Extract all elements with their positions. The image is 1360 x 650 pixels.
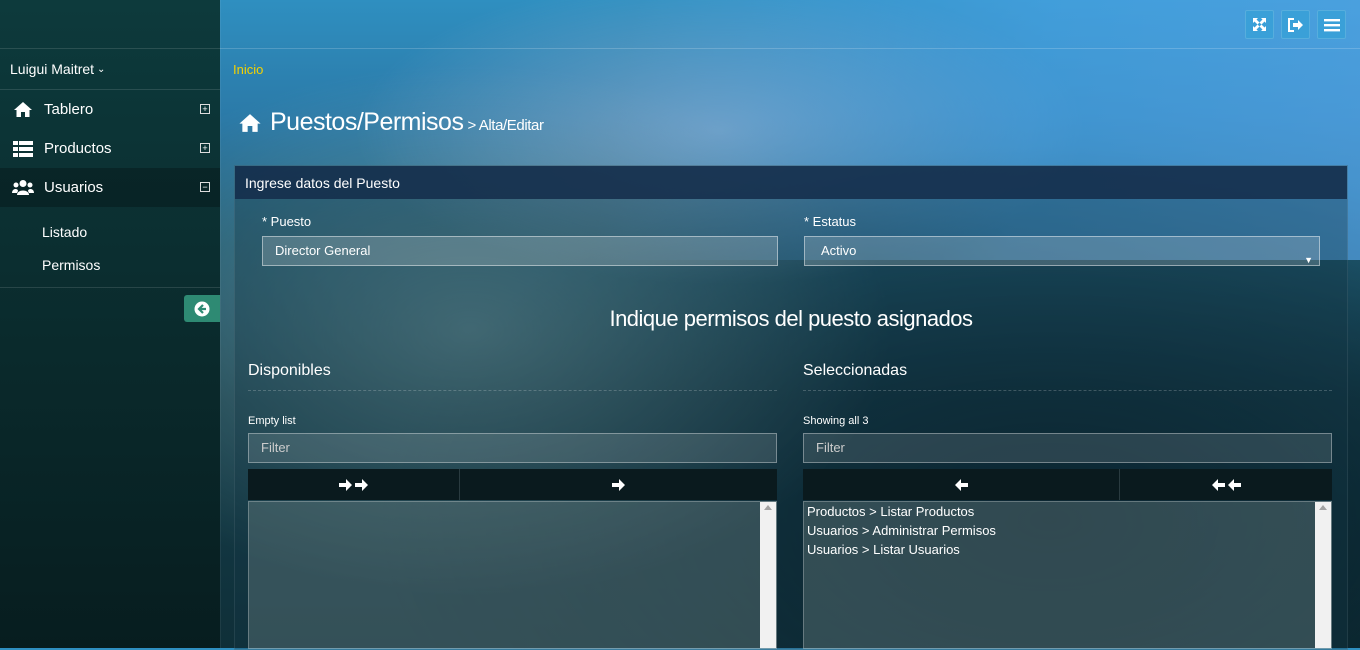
arrow-right-icon <box>611 478 625 491</box>
plus-square-icon[interactable]: + <box>200 143 210 153</box>
user-name: Luigui Maitret <box>10 61 95 77</box>
logout-icon <box>1287 17 1303 32</box>
arrow-left-icon <box>955 478 968 491</box>
sidebar-item-label: Productos <box>44 140 112 157</box>
fullscreen-button[interactable] <box>1245 10 1274 39</box>
fullscreen-icon <box>1253 18 1266 31</box>
estatus-select[interactable]: Activo ▼ <box>804 236 1320 266</box>
selected-scrollbar[interactable] <box>1315 502 1331 648</box>
estatus-label: * Estatus <box>804 214 857 229</box>
breadcrumb-home-link[interactable]: Inicio <box>233 62 263 77</box>
available-scrollbar[interactable] <box>760 502 776 648</box>
menu-button[interactable] <box>1317 10 1346 39</box>
puesto-input[interactable]: Director General <box>262 236 778 266</box>
home-icon <box>239 114 261 132</box>
list-item[interactable]: Productos > Listar Productos <box>804 502 1331 521</box>
list-item[interactable]: Usuarios > Listar Usuarios <box>804 540 1331 559</box>
panel-header: Ingrese datos del Puesto <box>235 166 1347 199</box>
section-title: Indique permisos del puesto asignados <box>609 306 973 331</box>
remove-all-button[interactable] <box>1120 469 1332 500</box>
minus-square-icon[interactable]: − <box>200 182 210 192</box>
move-all-button[interactable] <box>248 469 460 500</box>
sidebar-brand-area <box>0 0 220 49</box>
available-listbox[interactable] <box>248 501 777 649</box>
home-icon <box>12 101 34 119</box>
users-icon <box>12 179 34 197</box>
available-info: Empty list <box>248 415 296 427</box>
double-arrow-right-icon <box>338 478 368 491</box>
arrow-circle-left-icon <box>194 301 210 316</box>
scroll-up-icon <box>1319 505 1327 510</box>
page-title: Puestos/Permisos > Alta/Editar <box>238 108 544 137</box>
available-filter-input[interactable]: Filter <box>248 433 777 463</box>
menu-icon <box>1323 18 1340 31</box>
selected-listbox[interactable]: Productos > Listar Productos Usuarios > … <box>803 501 1332 649</box>
top-bar <box>220 0 1360 49</box>
collapse-sidebar-button[interactable] <box>184 295 220 322</box>
page-title-text: Puestos/Permisos <box>270 108 464 136</box>
puesto-label: * Puesto <box>262 214 312 229</box>
puesto-form-panel: Ingrese datos del Puesto * Puesto Direct… <box>234 165 1348 650</box>
select-caret-icon: ▼ <box>1304 255 1313 265</box>
sidebar-item-tablero[interactable]: Tablero + <box>0 90 220 129</box>
chevron-down-icon: ⌄ <box>97 63 106 75</box>
divider <box>248 390 777 391</box>
move-selected-button[interactable] <box>460 469 777 500</box>
submenu-item-permisos[interactable]: Permisos <box>0 248 220 281</box>
sidebar-item-usuarios[interactable]: Usuarios − <box>0 168 220 207</box>
sidebar: Luigui Maitret ⌄ Tablero + Productos + U… <box>0 0 220 648</box>
scroll-up-icon <box>764 505 772 510</box>
double-arrow-left-icon <box>1212 478 1241 491</box>
sidebar-item-productos[interactable]: Productos + <box>0 129 220 168</box>
selected-title: Seleccionadas <box>803 362 908 379</box>
selected-info: Showing all 3 <box>803 415 869 427</box>
available-title: Disponibles <box>248 362 331 379</box>
usuarios-submenu: Listado Permisos <box>0 207 220 288</box>
remove-selected-button[interactable] <box>803 469 1120 500</box>
page-subtitle: > Alta/Editar <box>467 117 544 134</box>
list-icon <box>12 140 34 158</box>
selected-button-bar <box>803 469 1332 500</box>
available-button-bar <box>248 469 777 500</box>
sidebar-item-label: Usuarios <box>44 179 104 196</box>
divider <box>803 390 1332 391</box>
logout-button[interactable] <box>1281 10 1310 39</box>
sidebar-item-label: Tablero <box>44 101 94 118</box>
plus-square-icon[interactable]: + <box>200 104 210 114</box>
user-menu[interactable]: Luigui Maitret ⌄ <box>0 49 220 90</box>
submenu-item-listado[interactable]: Listado <box>0 215 220 248</box>
estatus-selected-value: Activo <box>821 243 857 258</box>
selected-filter-input[interactable]: Filter <box>803 433 1332 463</box>
list-item[interactable]: Usuarios > Administrar Permisos <box>804 521 1331 540</box>
